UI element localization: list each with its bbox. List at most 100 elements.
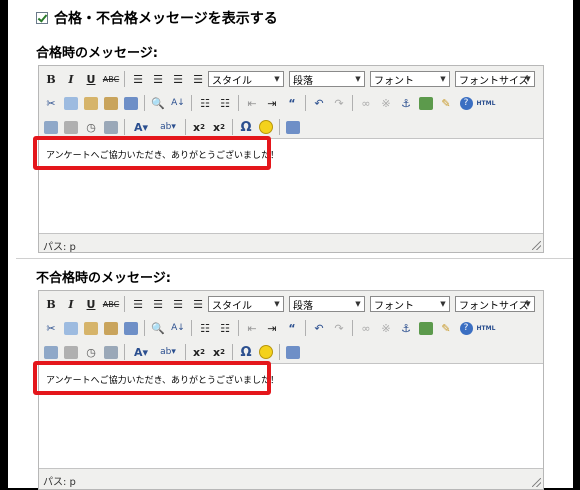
time-icon[interactable]: ◷ [81,342,101,362]
undo-icon[interactable]: ↶ [309,93,329,113]
indent-icon[interactable]: ⇥ [262,93,282,113]
indent-icon[interactable]: ⇥ [262,318,282,338]
outdent-icon[interactable]: ⇤ [242,318,262,338]
image-icon[interactable] [416,318,436,338]
font-select[interactable]: フォント ▼ [370,296,450,312]
paste-word-icon[interactable] [121,318,141,338]
preview-icon[interactable] [101,117,121,137]
link-icon[interactable]: ∞ [356,93,376,113]
chevron-down-icon: ▼ [525,75,531,83]
align-justify-icon[interactable]: ☰ [188,69,208,89]
style-select[interactable]: スタイル ▼ [208,71,284,87]
cut-icon[interactable]: ✂ [41,318,61,338]
subscript-icon[interactable]: x2 [189,342,209,362]
special-char-icon[interactable]: Ω [236,342,256,362]
style-select[interactable]: スタイル ▼ [208,296,284,312]
pass-message-content[interactable]: アンケートへご協力いただき、ありがとうございました！ [33,136,543,234]
align-center-icon[interactable]: ☰ [148,294,168,314]
special-char-icon[interactable]: Ω [236,117,256,137]
bold-icon[interactable]: B [41,294,61,314]
bold-icon[interactable]: B [41,69,61,89]
edit-icon[interactable] [41,117,61,137]
cleanup-icon[interactable]: ✎ [436,318,456,338]
align-center-icon[interactable]: ☰ [148,69,168,89]
pass-message-editor[interactable]: B I U ABC ☰ ☰ ☰ ☰ スタイル ▼ 段落 ▼ フォント ▼ フォントサイ… [33,65,544,253]
font-color-icon[interactable]: A▾ [128,342,154,362]
help-icon[interactable]: ? [456,318,476,338]
replace-icon[interactable]: A↓ [168,93,188,113]
anchor-icon[interactable]: ⚓ [396,318,416,338]
outdent-icon[interactable]: ⇤ [242,93,262,113]
anchor-icon[interactable]: ⚓ [396,93,416,113]
date-icon[interactable] [61,342,81,362]
strikethrough-icon[interactable]: ABC [101,294,121,314]
underline-icon[interactable]: U [81,69,101,89]
bullet-list-icon[interactable]: ☷ [195,318,215,338]
html-icon[interactable]: HTML [476,318,496,338]
blockquote-icon[interactable]: “ [282,93,302,113]
redo-icon[interactable]: ↷ [329,93,349,113]
unlink-icon[interactable]: ※ [376,93,396,113]
paste-icon[interactable] [81,318,101,338]
show-message-checkbox[interactable] [36,12,48,24]
font-select[interactable]: フォント ▼ [370,71,450,87]
html-icon[interactable]: HTML [476,93,496,113]
italic-icon[interactable]: I [61,69,81,89]
image-icon[interactable] [416,93,436,113]
paste-icon[interactable] [81,93,101,113]
align-left-icon[interactable]: ☰ [128,69,148,89]
highlight-icon[interactable]: ab▾ [154,117,182,137]
strikethrough-icon[interactable]: ABC [101,69,121,89]
replace-icon[interactable]: A↓ [168,318,188,338]
paste-text-icon[interactable] [101,93,121,113]
paragraph-select[interactable]: 段落 ▼ [289,296,365,312]
font-color-icon[interactable]: A▾ [128,117,154,137]
highlight-box [33,361,271,395]
highlight-icon[interactable]: ab▾ [154,342,182,362]
find-icon[interactable]: 🔍 [148,318,168,338]
paragraph-select[interactable]: 段落 ▼ [289,71,365,87]
edit-icon[interactable] [41,342,61,362]
subscript-icon[interactable]: x2 [189,117,209,137]
fail-message-content[interactable]: アンケートへご協力いただき、ありがとうございました！ [33,361,543,469]
superscript-icon[interactable]: x2 [209,117,229,137]
font-size-select[interactable]: フォントサイズ ▼ [455,296,535,312]
bullet-list-icon[interactable]: ☷ [195,93,215,113]
font-size-select[interactable]: フォントサイズ ▼ [455,71,535,87]
redo-icon[interactable]: ↷ [329,318,349,338]
copy-icon[interactable] [61,93,81,113]
date-icon[interactable] [61,117,81,137]
italic-icon[interactable]: I [61,294,81,314]
paste-word-icon[interactable] [121,93,141,113]
align-justify-icon[interactable]: ☰ [188,294,208,314]
show-message-checkbox-row[interactable]: 合格・不合格メッセージを表示する [36,8,278,28]
undo-icon[interactable]: ↶ [309,318,329,338]
resize-grip-icon[interactable] [532,241,541,250]
find-icon[interactable]: 🔍 [148,93,168,113]
numbered-list-icon[interactable]: ☷ [215,93,235,113]
emoticon-icon[interactable] [256,342,276,362]
align-right-icon[interactable]: ☰ [168,69,188,89]
align-right-icon[interactable]: ☰ [168,294,188,314]
copy-icon[interactable] [61,318,81,338]
cleanup-icon[interactable]: ✎ [436,93,456,113]
link-icon[interactable]: ∞ [356,318,376,338]
help-icon[interactable]: ? [456,93,476,113]
fullscreen-icon[interactable] [283,342,303,362]
superscript-icon[interactable]: x2 [209,342,229,362]
unlink-icon[interactable]: ※ [376,318,396,338]
resize-grip-icon[interactable] [532,478,541,487]
toolbar-separator [144,320,145,336]
underline-icon[interactable]: U [81,294,101,314]
preview-icon[interactable] [101,342,121,362]
align-left-icon[interactable]: ☰ [128,294,148,314]
fullscreen-icon[interactable] [283,117,303,137]
emoticon-icon[interactable] [256,117,276,137]
fail-message-editor[interactable]: B I U ABC ☰ ☰ ☰ ☰ スタイル ▼ 段落 ▼ フォント ▼ フォントサイ… [33,290,544,490]
cut-icon[interactable]: ✂ [41,93,61,113]
pass-message-title: 合格時のメッセージ: [36,46,158,61]
numbered-list-icon[interactable]: ☷ [215,318,235,338]
time-icon[interactable]: ◷ [81,117,101,137]
blockquote-icon[interactable]: “ [282,318,302,338]
paste-text-icon[interactable] [101,318,121,338]
